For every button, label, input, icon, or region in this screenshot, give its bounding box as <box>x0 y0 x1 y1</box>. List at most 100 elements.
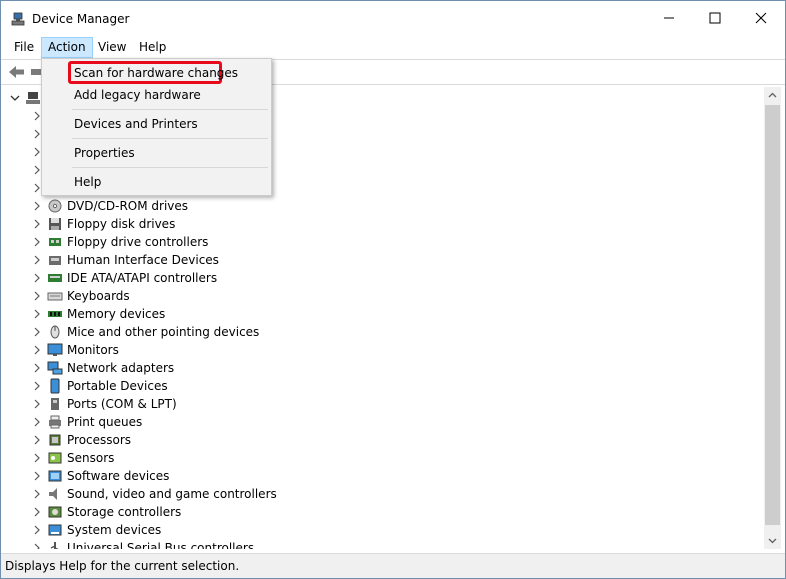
menu-file[interactable]: File <box>7 37 41 58</box>
tree-item[interactable]: Ports (COM & LPT) <box>30 395 177 413</box>
tree-item-label: Human Interface Devices <box>67 253 219 267</box>
expand-chevron-icon[interactable] <box>30 377 44 395</box>
menu-help[interactable]: Help <box>132 37 173 58</box>
tree-item-label: Universal Serial Bus controllers <box>67 541 255 549</box>
tree-item[interactable]: Monitors <box>30 341 119 359</box>
menu-scan-for-hardware-changes[interactable]: Scan for hardware changes <box>42 62 271 84</box>
tree-item[interactable]: DVD/CD-ROM drives <box>30 197 188 215</box>
device-manager-window: Device Manager File Action View Help DVD… <box>0 0 786 579</box>
sound-icon <box>49 488 57 500</box>
back-button[interactable] <box>7 63 27 81</box>
expand-chevron-icon[interactable] <box>30 305 44 323</box>
collapse-chevron-icon[interactable] <box>8 89 22 107</box>
expand-chevron-icon[interactable] <box>30 323 44 341</box>
tree-item[interactable]: System devices <box>30 521 161 539</box>
menu-view[interactable]: View <box>91 37 133 58</box>
tree-item-label: Sensors <box>67 451 115 465</box>
system-device-icon <box>48 524 62 536</box>
monitor-icon <box>47 343 63 356</box>
status-bar: Displays Help for the current selection. <box>1 553 785 578</box>
window-title: Device Manager <box>32 12 130 26</box>
menu-devices-and-printers[interactable]: Devices and Printers <box>42 113 271 135</box>
vertical-scrollbar[interactable] <box>764 87 781 549</box>
expand-chevron-icon[interactable] <box>30 233 44 251</box>
expand-chevron-icon[interactable] <box>30 215 44 233</box>
keyboard-icon <box>47 292 63 301</box>
tree-item[interactable]: Processors <box>30 431 131 449</box>
maximize-icon <box>709 12 721 24</box>
expand-chevron-icon[interactable] <box>30 395 44 413</box>
tree-item[interactable]: Software devices <box>30 467 169 485</box>
scroll-down-button[interactable] <box>764 532 781 549</box>
tree-item-label: IDE ATA/ATAPI controllers <box>67 271 218 285</box>
mouse-icon <box>50 325 60 339</box>
dvd-drive-icon <box>48 199 62 213</box>
tree-item-label: Software devices <box>67 469 170 483</box>
expand-chevron-icon[interactable] <box>30 521 44 539</box>
tree-item[interactable]: Mice and other pointing devices <box>30 323 259 341</box>
maximize-button[interactable] <box>692 1 738 35</box>
expand-chevron-icon[interactable] <box>30 287 44 305</box>
scroll-thumb[interactable] <box>765 105 780 525</box>
menu-action[interactable]: Action <box>41 37 93 58</box>
tree-item-label: Processors <box>67 433 132 447</box>
expand-chevron-icon[interactable] <box>30 449 44 467</box>
expand-chevron-icon[interactable] <box>30 413 44 431</box>
menu-separator <box>72 138 268 139</box>
tree-item[interactable]: Storage controllers <box>30 503 181 521</box>
expand-chevron-icon[interactable] <box>30 467 44 485</box>
expand-chevron-icon[interactable] <box>30 341 44 359</box>
expand-chevron-icon[interactable] <box>30 197 44 215</box>
tree-item[interactable]: Portable Devices <box>30 377 168 395</box>
menu-separator <box>72 167 268 168</box>
tree-item-label: Floppy drive controllers <box>67 235 209 249</box>
tree-item[interactable]: Keyboards <box>30 287 130 305</box>
expand-chevron-icon[interactable] <box>30 503 44 521</box>
tree-item[interactable]: Human Interface Devices <box>30 251 219 269</box>
menu-help-item[interactable]: Help <box>42 171 271 193</box>
device-manager-icon <box>11 12 25 26</box>
minimize-button[interactable] <box>646 1 692 35</box>
usb-icon <box>50 542 59 549</box>
tree-item-label: Ports (COM & LPT) <box>67 397 177 411</box>
expand-chevron-icon[interactable] <box>30 251 44 269</box>
tree-item[interactable]: Network adapters <box>30 359 174 377</box>
tree-item-label: Memory devices <box>67 307 166 321</box>
sensor-icon <box>48 452 62 464</box>
status-text: Displays Help for the current selection. <box>5 559 240 573</box>
tree-item[interactable]: Print queues <box>30 413 142 431</box>
scroll-up-button[interactable] <box>764 87 781 104</box>
expand-chevron-icon[interactable] <box>30 269 44 287</box>
close-button[interactable] <box>738 1 784 35</box>
tree-root[interactable] <box>8 89 45 107</box>
processor-icon <box>49 434 61 446</box>
tree-item[interactable]: Memory devices <box>30 305 165 323</box>
network-adapter-icon <box>47 361 63 375</box>
tree-item-label: Mice and other pointing devices <box>67 325 260 339</box>
tree-item-label: Floppy disk drives <box>67 217 176 231</box>
ide-controller-icon <box>48 274 62 282</box>
minimize-icon <box>664 17 674 19</box>
tree-item[interactable]: Floppy drive controllers <box>30 233 208 251</box>
tree-item[interactable]: IDE ATA/ATAPI controllers <box>30 269 217 287</box>
expand-chevron-icon[interactable] <box>30 359 44 377</box>
floppy-controller-icon <box>49 238 61 246</box>
scroll-down-icon <box>768 538 777 544</box>
title-bar[interactable]: Device Manager <box>1 1 785 35</box>
tree-item[interactable]: Floppy disk drives <box>30 215 175 233</box>
menu-separator <box>72 109 268 110</box>
menu-add-legacy-hardware[interactable]: Add legacy hardware <box>42 84 271 106</box>
tree-item[interactable]: Sound, video and game controllers <box>30 485 277 503</box>
menu-properties[interactable]: Properties <box>42 142 271 164</box>
expand-chevron-icon[interactable] <box>30 431 44 449</box>
tree-item-label: Keyboards <box>67 289 130 303</box>
storage-controller-icon <box>48 506 62 518</box>
tree-item-label: System devices <box>67 523 162 537</box>
expand-chevron-icon[interactable] <box>30 539 44 549</box>
expand-chevron-icon[interactable] <box>30 485 44 503</box>
port-icon <box>51 398 59 410</box>
scroll-up-icon <box>768 92 777 98</box>
portable-device-icon <box>50 378 60 394</box>
tree-item[interactable]: Sensors <box>30 449 114 467</box>
tree-item[interactable]: Universal Serial Bus controllers <box>30 539 254 549</box>
